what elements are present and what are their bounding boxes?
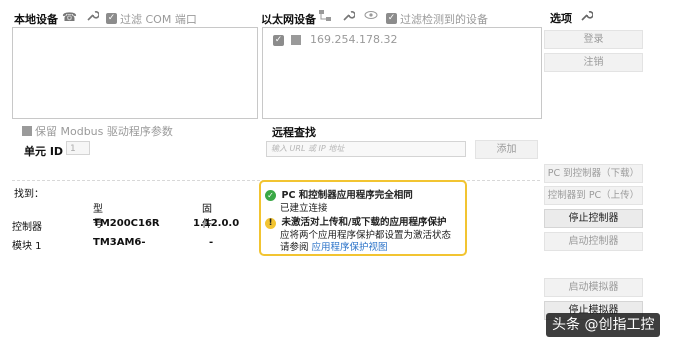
- row-name: 控制器: [12, 222, 42, 233]
- row-firmware: -: [209, 237, 214, 248]
- device-status-icon: [290, 35, 301, 45]
- ethernet-devices-list[interactable]: ✓ 169.254.178.32: [262, 27, 542, 119]
- filter-com-label: 过滤 COM 端口: [120, 13, 197, 26]
- phone-icon[interactable]: ☎: [62, 10, 77, 24]
- options-title: 选项: [550, 12, 572, 25]
- filter-detected-label: 过滤检测到的设备: [400, 13, 488, 26]
- controller-to-pc-button[interactable]: 控制器到 PC（上传）: [544, 186, 643, 205]
- warning-icon: !: [265, 218, 276, 229]
- local-devices-list[interactable]: [12, 27, 258, 119]
- row-name: 模块 1: [12, 241, 42, 252]
- stop-controller-button[interactable]: 停止控制器: [544, 209, 643, 228]
- found-label: 找到：: [14, 189, 44, 200]
- wrench-icon[interactable]: [86, 9, 100, 25]
- filter-com-checkbox[interactable]: ✓: [106, 11, 117, 24]
- keep-modbus-label: 保留 Modbus 驱动程序参数: [35, 125, 173, 138]
- row-model: TM200C16R: [93, 218, 160, 229]
- network-icon[interactable]: [318, 9, 332, 25]
- eye-icon[interactable]: [364, 9, 378, 24]
- unit-id-input[interactable]: 1: [66, 141, 90, 155]
- device-ip: 169.254.178.32: [310, 33, 398, 46]
- status-warning-prefix: 请参阅: [280, 242, 309, 253]
- local-devices-title: 本地设备: [14, 13, 58, 26]
- watermark: 头条 @创指工控: [546, 313, 661, 337]
- row-firmware: 1.12.0.0: [193, 218, 240, 229]
- add-button[interactable]: 添加: [475, 140, 538, 159]
- login-button[interactable]: 登录: [544, 30, 643, 49]
- remote-address-input[interactable]: 输入 URL 或 IP 地址: [266, 141, 466, 157]
- status-connected-text: 已建立连接: [280, 203, 328, 214]
- logout-button[interactable]: 注销: [544, 53, 643, 72]
- status-match-row: ✓ PC 和控制器应用程序完全相同: [265, 187, 413, 201]
- check-icon: ✓: [265, 190, 276, 201]
- keep-modbus-checkbox[interactable]: [22, 124, 32, 137]
- status-warning-line2: 请参阅 应用程序保护视图: [280, 239, 388, 253]
- filter-detected-checkbox[interactable]: ✓: [386, 11, 397, 24]
- device-checkbox[interactable]: ✓: [273, 34, 284, 46]
- remote-search-title: 远程查找: [272, 126, 316, 139]
- wrench-icon[interactable]: [580, 9, 594, 25]
- status-panel: ✓ PC 和控制器应用程序完全相同 已建立连接 ! 未激活对上传和/或下载的应用…: [259, 180, 467, 256]
- start-simulator-button[interactable]: 启动模拟器: [544, 278, 643, 297]
- unit-id-label: 单元 ID: [24, 145, 64, 158]
- ethernet-device-item[interactable]: ✓ 169.254.178.32: [273, 33, 397, 46]
- ethernet-devices-title: 以太网设备: [261, 13, 316, 26]
- start-controller-button[interactable]: 启动控制器: [544, 232, 643, 251]
- pc-to-controller-button[interactable]: PC 到控制器（下载）: [544, 164, 643, 183]
- app-protection-link[interactable]: 应用程序保护视图: [312, 242, 388, 253]
- row-model: TM3AM6-: [93, 237, 146, 248]
- wrench-icon[interactable]: [342, 9, 356, 25]
